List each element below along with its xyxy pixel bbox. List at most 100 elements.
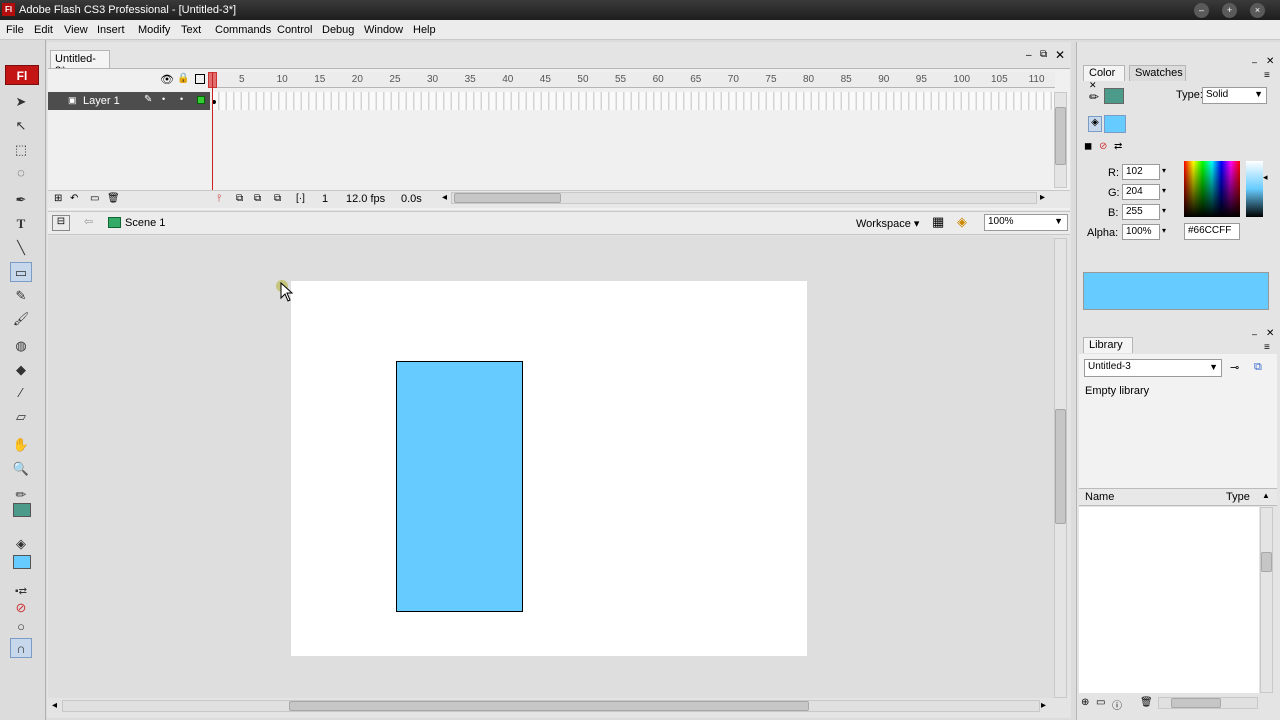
edit-symbols-icon[interactable]: ▦ — [932, 214, 944, 230]
tab-swatches[interactable]: Swatches — [1129, 65, 1186, 81]
center-frame-icon[interactable]: ⫯ — [217, 193, 221, 204]
library-col-name[interactable]: Name — [1085, 491, 1114, 503]
close-icon[interactable]: × — [1250, 3, 1265, 18]
fill-color-swatch[interactable] — [13, 555, 31, 569]
menu-debug[interactable]: Debug — [322, 24, 354, 36]
doc-minimize-icon[interactable]: – — [1026, 50, 1032, 61]
tab-library[interactable]: Library ✕ — [1083, 337, 1133, 362]
frame-rate[interactable]: 12.0 fps — [346, 193, 385, 205]
panel-minimize-icon[interactable]: – — [1252, 57, 1257, 67]
timeline-toggle-icon[interactable]: ⊟ — [52, 215, 70, 231]
layer-lock-dot-icon[interactable]: • — [180, 94, 183, 104]
back-arrow-icon[interactable]: ⇦ — [84, 215, 93, 228]
menu-modify[interactable]: Modify — [138, 24, 170, 36]
menu-help[interactable]: Help — [413, 24, 436, 36]
lock-icon[interactable]: 🔒 — [177, 73, 189, 84]
g-input[interactable]: 204 — [1122, 184, 1160, 200]
fill-color-icon[interactable]: ◈ — [10, 534, 32, 554]
panel-menu-icon[interactable]: ≡ — [1264, 70, 1270, 81]
menu-window[interactable]: Window — [364, 24, 403, 36]
layer-row[interactable]: ▣ Layer 1 ✎ • • — [48, 92, 210, 110]
menu-text[interactable]: Text — [181, 24, 201, 36]
new-symbol-icon[interactable]: ⊕ — [1081, 697, 1089, 708]
menu-control[interactable]: Control — [277, 24, 312, 36]
delete-layer-icon[interactable]: 🗑 — [107, 193, 120, 204]
onion-skin-icon[interactable]: ⧉ — [236, 193, 243, 204]
panel-stroke-swatch[interactable] — [1104, 88, 1124, 104]
frame-row[interactable] — [212, 92, 1054, 110]
library-close-icon[interactable]: ✕ — [1266, 328, 1274, 339]
stroke-color-icon[interactable]: ✏ — [10, 485, 32, 505]
brightness-arrow-icon[interactable]: ◂ — [1263, 172, 1268, 183]
hand-tool-icon[interactable]: ✋ — [10, 435, 32, 455]
timeline-hscroll-thumb[interactable] — [454, 193, 561, 203]
onion-outline-icon[interactable]: ⧉ — [254, 193, 261, 204]
stroke-color-swatch[interactable] — [13, 503, 31, 517]
hex-input[interactable]: #66CCFF — [1184, 223, 1240, 240]
alpha-slider-icon[interactable]: ▾ — [1162, 226, 1166, 235]
library-menu-icon[interactable]: ≡ — [1264, 342, 1270, 353]
new-folder-icon[interactable]: ▭ — [1096, 697, 1105, 708]
stage-vscroll[interactable] — [1054, 238, 1067, 698]
properties-icon[interactable]: ⓘ — [1112, 697, 1122, 712]
blue-rectangle-shape[interactable] — [396, 361, 523, 612]
stage-scroll-left-icon[interactable]: ◂ — [52, 700, 57, 711]
menu-file[interactable]: File — [6, 24, 24, 36]
g-slider-icon[interactable]: ▾ — [1162, 186, 1166, 195]
stage-vscroll-thumb[interactable] — [1055, 409, 1066, 524]
no-color-icon[interactable]: ⊘ — [10, 598, 32, 618]
rectangle-tool-icon[interactable]: ▭ — [10, 262, 32, 282]
b-input[interactable]: 255 — [1122, 204, 1160, 220]
menu-view[interactable]: View — [64, 24, 88, 36]
subselection-tool-icon[interactable]: ↖ — [10, 116, 32, 136]
timeline-vscroll-thumb[interactable] — [1055, 107, 1066, 165]
zoom-select[interactable]: 100% ▼ — [984, 214, 1068, 231]
object-drawing-icon[interactable]: ○ — [10, 617, 32, 637]
library-vscroll[interactable] — [1260, 507, 1273, 693]
library-delete-icon[interactable]: 🗑 — [1140, 697, 1153, 708]
brush-tool-icon[interactable]: 🖌 — [10, 309, 32, 329]
pencil-tool-icon[interactable]: ✎ — [10, 286, 32, 306]
tab-color[interactable]: Color ✕ — [1083, 65, 1125, 90]
library-minimize-icon[interactable]: – — [1252, 329, 1257, 339]
new-library-panel-icon[interactable]: ⧉ — [1254, 361, 1262, 374]
color-spectrum[interactable] — [1184, 161, 1240, 217]
stage-hscroll-thumb[interactable] — [289, 701, 809, 711]
r-slider-icon[interactable]: ▾ — [1162, 166, 1166, 175]
insert-layer-icon[interactable]: ⊞ — [54, 193, 62, 204]
line-tool-icon[interactable]: ╲ — [10, 238, 32, 258]
workspace-menu[interactable]: Workspace ▾ — [856, 217, 919, 230]
alpha-input[interactable]: 100% — [1122, 224, 1160, 240]
timeline-vscroll[interactable] — [1054, 92, 1067, 188]
document-tab[interactable]: Untitled-3* — [50, 50, 110, 77]
outline-icon[interactable] — [195, 74, 205, 84]
tab-close-icon[interactable]: ✕ — [1089, 80, 1097, 90]
eraser-tool-icon[interactable]: ▱ — [10, 407, 32, 427]
onion-markers-icon[interactable]: [·] — [296, 193, 305, 204]
pen-tool-icon[interactable]: ✒ — [10, 190, 32, 210]
type-select[interactable]: Solid ▼ — [1202, 87, 1267, 104]
text-tool-icon[interactable]: T — [10, 214, 32, 234]
paint-bucket-tool-icon[interactable]: ◆ — [10, 360, 32, 380]
stage[interactable] — [291, 281, 807, 656]
fill-bucket-icon[interactable]: ◈ — [1088, 116, 1102, 132]
menu-commands[interactable]: Commands — [215, 24, 271, 36]
menu-insert[interactable]: Insert — [97, 24, 125, 36]
library-hscroll-thumb[interactable] — [1171, 698, 1221, 708]
doc-restore-icon[interactable]: ⧉ — [1040, 49, 1047, 60]
timeline-ruler[interactable] — [210, 72, 1055, 88]
scroll-left-icon[interactable]: ◂ — [442, 192, 447, 203]
snap-to-objects-icon[interactable]: ∩ — [10, 638, 32, 658]
sort-icon[interactable]: ▲ — [1262, 491, 1270, 500]
r-input[interactable]: 102 — [1122, 164, 1160, 180]
ink-bottle-tool-icon[interactable]: ◍ — [10, 336, 32, 356]
lasso-tool-icon[interactable]: ◌ — [10, 163, 32, 183]
library-vscroll-thumb[interactable] — [1261, 552, 1272, 572]
timeline-hscroll[interactable] — [451, 192, 1037, 204]
panel-close-icon[interactable]: ✕ — [1266, 56, 1274, 67]
show-hide-icon[interactable]: 👁 — [160, 73, 174, 86]
panel-no-color-icon[interactable]: ⊘ — [1099, 141, 1107, 152]
motion-guide-icon[interactable]: ↶ — [70, 193, 78, 204]
eyedropper-tool-icon[interactable]: ⁄ — [10, 383, 32, 403]
stage-scroll-right-icon[interactable]: ▸ — [1041, 700, 1046, 711]
